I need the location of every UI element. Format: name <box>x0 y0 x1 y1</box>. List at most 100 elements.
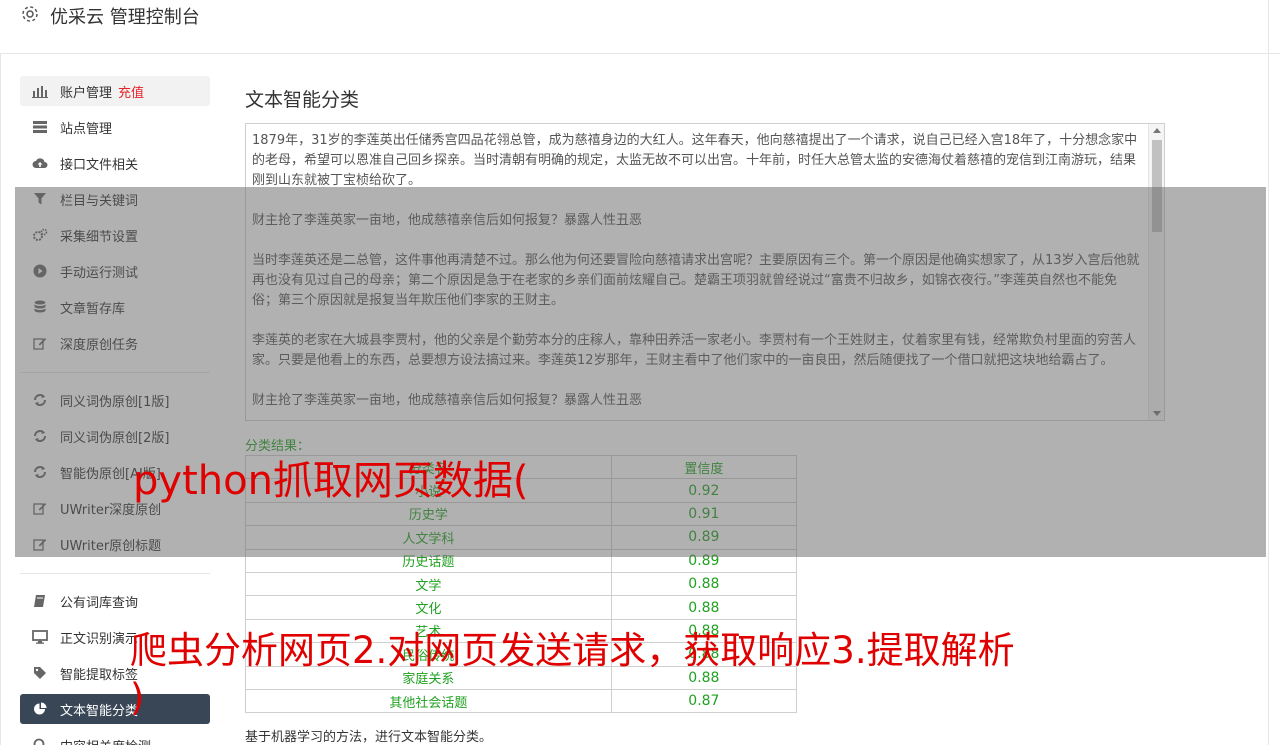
right-border <box>1268 0 1269 745</box>
server-icon <box>32 119 48 135</box>
sidebar-item-label: 智能提取标签 <box>60 667 139 683</box>
sidebar-item-text-recognition[interactable]: 正文识别演示 <box>20 622 210 652</box>
refresh-icon <box>32 464 48 480</box>
textarea-content[interactable]: 1879年，31岁的李莲英出任储秀宫四品花翎总管，成为慈禧身边的大红人。这年春天… <box>252 131 1142 420</box>
sidebar-item-label: 智能伪原创[AI版] <box>60 466 161 482</box>
database-icon <box>32 299 48 315</box>
sidebar-item-label: 内容相关度检测 <box>60 736 151 745</box>
tag-icon <box>32 665 48 681</box>
app-title: 优采云 管理控制台 <box>50 7 200 28</box>
category-cell: 艺术 <box>245 618 612 644</box>
play-circle-icon <box>32 263 48 279</box>
confidence-cell: 0.88 <box>610 665 798 690</box>
sidebar-item-sites[interactable]: 站点管理 <box>20 112 210 142</box>
confidence-cell: 0.88 <box>610 595 798 620</box>
textarea-paragraph: 财主抢了李莲英家一亩地，他成慈禧亲信后如何报复？暴露人性丑恶 <box>252 213 643 228</box>
text-input-area[interactable]: 1879年，31岁的李莲英出任储秀宫四品花翎总管，成为慈禧身边的大红人。这年春天… <box>245 123 1165 421</box>
table-row: 人文学科 0.89 <box>245 525 798 550</box>
sidebar-divider <box>20 372 210 373</box>
cogs-icon <box>32 227 48 243</box>
sidebar-item-interface-files[interactable]: 接口文件相关 <box>20 148 210 178</box>
textarea-paragraph: 当时李莲英还是二总管，这件事他再清楚不过。那么他为何还要冒险向慈禧请求出宫呢？主… <box>252 253 1140 308</box>
desktop-icon <box>32 629 48 645</box>
sidebar-divider <box>20 573 210 574</box>
textarea-paragraph: 李莲英的老家在大城县李贾村，他的父亲是个勤劳本分的庄稼人，靠种田养活一家老小。李… <box>252 333 1137 368</box>
category-cell: 小说 <box>245 478 612 503</box>
table-row: 文化 0.88 <box>245 595 798 620</box>
sidebar-item-label: 站点管理 <box>60 121 113 137</box>
sidebar-item-label: 栏目与关键词 <box>60 193 139 209</box>
sidebar-item-label: 同义词伪原创[2版] <box>60 430 170 446</box>
scroll-down-icon[interactable] <box>1153 411 1161 416</box>
category-cell: 人文学科 <box>245 525 612 550</box>
description-text: 基于机器学习的方法，进行文本智能分类。 <box>245 730 493 745</box>
sidebar-item-label: 采集细节设置 <box>60 229 139 245</box>
result-label: 分类结果： <box>245 439 311 454</box>
top-header: 优采云 管理控制台 <box>0 0 1280 54</box>
sidebar-item-label: 文章暂存库 <box>60 301 126 317</box>
book-icon <box>32 593 48 609</box>
refresh-icon <box>32 392 48 408</box>
sidebar-item-label: 公有词库查询 <box>60 595 139 611</box>
sidebar-item-label: UWriter深度原创 <box>60 502 162 518</box>
filter-icon <box>32 191 48 207</box>
gear-icon[interactable] <box>20 4 40 24</box>
confidence-cell: 0.88 <box>610 571 798 597</box>
confidence-cell: 0.88 <box>610 642 798 667</box>
column-header-confidence: 置信度 <box>610 454 798 480</box>
sidebar-item-article-storage[interactable]: 文章暂存库 <box>20 292 210 322</box>
category-cell: 历史学 <box>245 501 612 527</box>
column-header-category: 分类名 <box>245 454 612 480</box>
recharge-link[interactable]: 充值 <box>118 82 144 101</box>
confidence-cell: 0.91 <box>610 501 798 527</box>
table-row: 艺术 0.88 <box>245 618 798 644</box>
classification-table: 分类名 置信度 小说 0.92 历史学 0.91 人文学科 0.89 历史话题 0.89… <box>245 454 798 714</box>
textarea-paragraph: 财主抢了李莲英家一亩地，他成慈禧亲信后如何报复？暴露人性丑恶 <box>252 393 643 408</box>
sidebar-item-label: 同义词伪原创[1版] <box>60 394 170 410</box>
edit-icon <box>32 536 48 552</box>
left-border <box>0 54 1 745</box>
refresh-icon <box>32 428 48 444</box>
confidence-cell: 0.87 <box>610 688 798 714</box>
sidebar-item-synonym-v2[interactable]: 同义词伪原创[2版] <box>20 421 210 451</box>
sidebar-item-relevance-check[interactable]: 内容相关度检测 <box>20 730 210 745</box>
table-row: 民俗传统 0.88 <box>245 642 798 667</box>
search-icon <box>32 737 48 745</box>
scrollbar-thumb[interactable] <box>1152 140 1162 232</box>
table-row: 历史学 0.91 <box>245 501 798 527</box>
sidebar-item-extract-tags[interactable]: 智能提取标签 <box>20 658 210 688</box>
table-row: 文学 0.88 <box>245 571 798 597</box>
sidebar-item-label: 文本智能分类 <box>60 703 139 719</box>
scroll-up-icon[interactable] <box>1153 128 1161 133</box>
sidebar-item-account[interactable]: 账户管理 充值 <box>20 76 210 106</box>
sidebar-item-uwriter-deep[interactable]: UWriter深度原创 <box>20 493 210 523</box>
sidebar-item-collect-settings[interactable]: 采集细节设置 <box>20 220 210 250</box>
table-row: 小说 0.92 <box>245 478 798 503</box>
sidebar-item-synonym-v1[interactable]: 同义词伪原创[1版] <box>20 385 210 415</box>
confidence-cell: 0.88 <box>610 618 798 644</box>
sidebar-item-columns-keywords[interactable]: 栏目与关键词 <box>20 184 210 214</box>
category-cell: 民俗传统 <box>245 642 612 667</box>
sidebar-item-public-lexicon[interactable]: 公有词库查询 <box>20 586 210 616</box>
sidebar-item-uwriter-title[interactable]: UWriter原创标题 <box>20 529 210 559</box>
sidebar-item-manual-run[interactable]: 手动运行测试 <box>20 256 210 286</box>
sidebar-item-label: 接口文件相关 <box>60 157 139 173</box>
sidebar-item-deep-original[interactable]: 深度原创任务 <box>20 328 210 358</box>
textarea-scrollbar[interactable] <box>1148 124 1164 420</box>
edit-icon <box>32 500 48 516</box>
table-row: 其他社会话题 0.87 <box>245 688 798 714</box>
confidence-cell: 0.89 <box>610 525 798 550</box>
pie-chart-icon <box>32 701 48 717</box>
category-cell: 其他社会话题 <box>245 688 612 714</box>
cloud-upload-icon <box>32 155 48 171</box>
category-cell: 历史话题 <box>245 548 612 573</box>
category-cell: 家庭关系 <box>245 665 612 690</box>
textarea-paragraph: 1879年，31岁的李莲英出任储秀宫四品花翎总管，成为慈禧身边的大红人。这年春天… <box>252 133 1138 188</box>
sidebar-item-text-classify[interactable]: 文本智能分类 <box>20 694 210 724</box>
table-row: 历史话题 0.89 <box>245 548 798 573</box>
sidebar-item-label: 账户管理 <box>60 85 113 101</box>
sidebar-item-ai-rewrite[interactable]: 智能伪原创[AI版] <box>20 457 210 487</box>
confidence-cell: 0.89 <box>610 548 798 573</box>
sidebar-item-label: 手动运行测试 <box>60 265 139 281</box>
page-title: 文本智能分类 <box>245 89 360 111</box>
